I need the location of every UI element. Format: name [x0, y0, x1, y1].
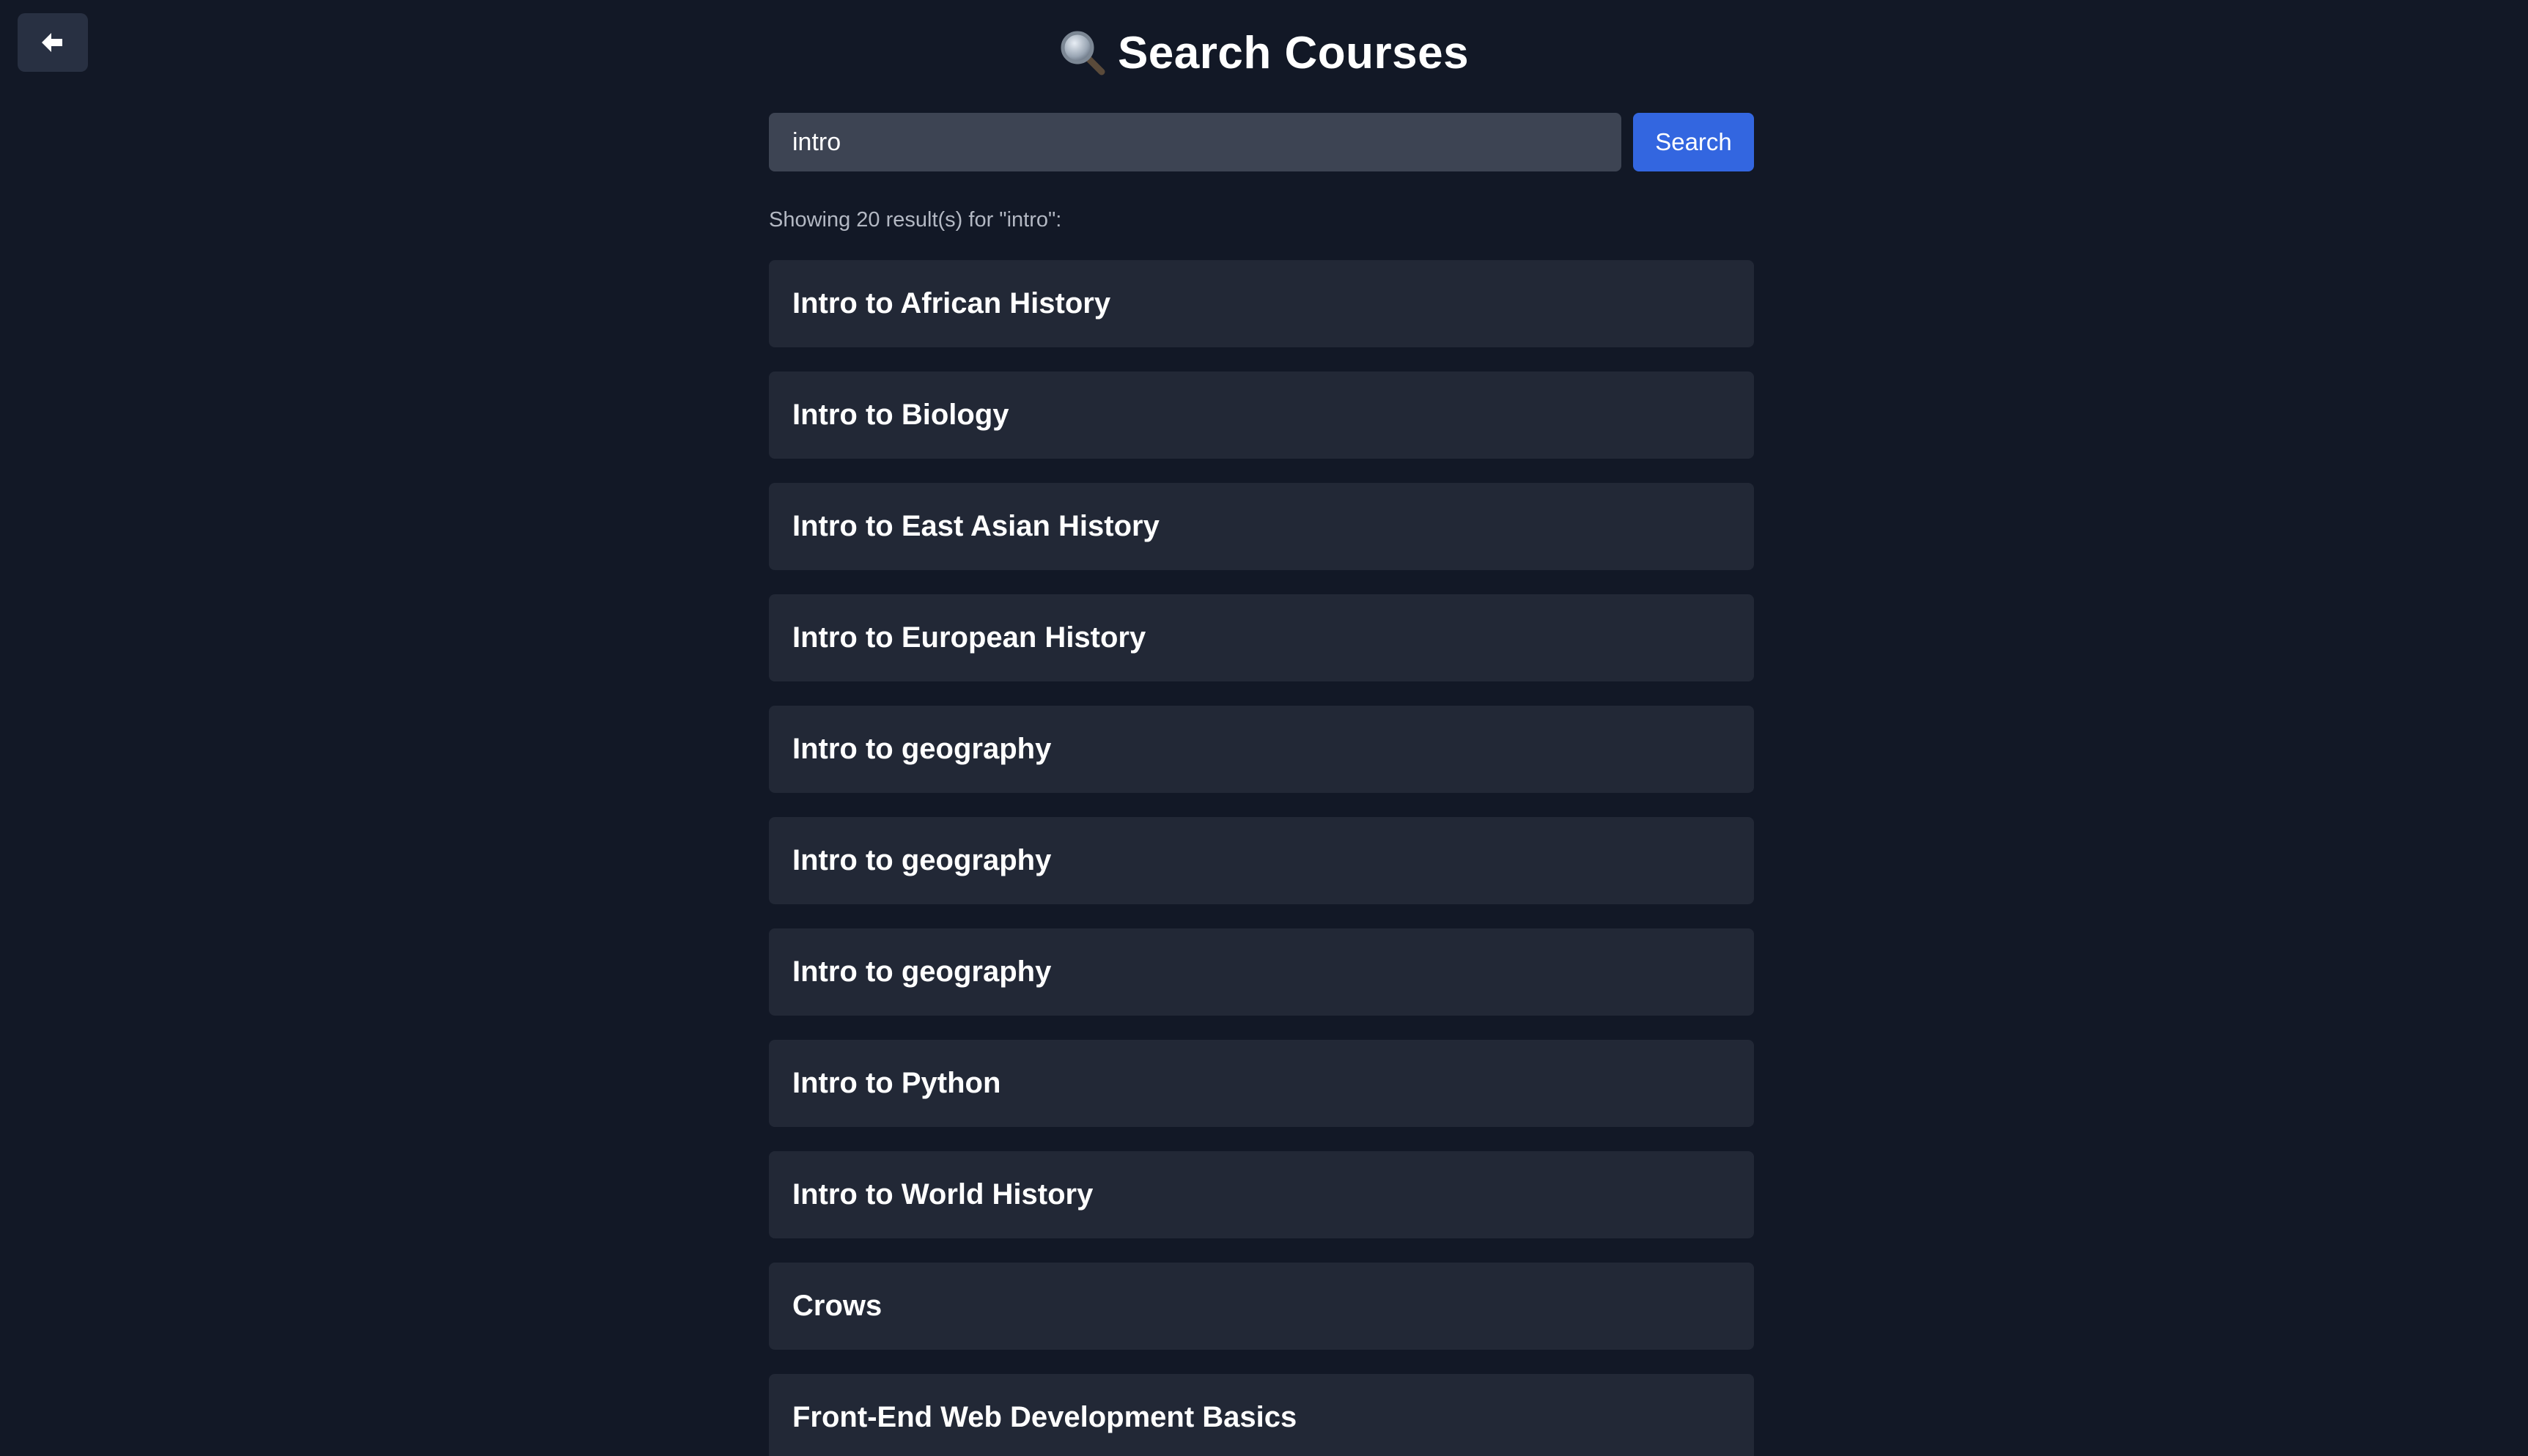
result-title: Intro to African History: [792, 287, 1111, 319]
result-title: Intro to East Asian History: [792, 510, 1160, 542]
result-item[interactable]: Intro to Biology: [769, 372, 1754, 459]
page-title: Search Courses: [1117, 27, 1470, 78]
page-header: Search Courses: [0, 22, 2528, 84]
result-item[interactable]: Crows: [769, 1263, 1754, 1350]
result-title: Intro to geography: [792, 956, 1052, 988]
result-item[interactable]: Intro to Python: [769, 1040, 1754, 1127]
search-input[interactable]: [769, 113, 1621, 171]
result-title: Intro to World History: [792, 1178, 1094, 1211]
result-item[interactable]: Intro to European History: [769, 594, 1754, 681]
result-item[interactable]: Intro to World History: [769, 1151, 1754, 1238]
result-title: Intro to Biology: [792, 399, 1009, 431]
result-title: Intro to geography: [792, 733, 1052, 765]
result-title: Crows: [792, 1290, 882, 1322]
results-list: Intro to African History Intro to Biolog…: [769, 260, 1754, 1456]
search-button[interactable]: Search: [1633, 113, 1754, 171]
result-item[interactable]: Front-End Web Development Basics: [769, 1374, 1754, 1456]
result-item[interactable]: Intro to geography: [769, 706, 1754, 793]
result-item[interactable]: Intro to geography: [769, 928, 1754, 1016]
results-summary: Showing 20 result(s) for "intro":: [769, 208, 1062, 232]
search-courses-page: Search Courses Search Showing 20 result(…: [0, 0, 2528, 1456]
result-title: Intro to European History: [792, 621, 1146, 654]
result-item[interactable]: Intro to African History: [769, 260, 1754, 347]
result-item[interactable]: Intro to East Asian History: [769, 483, 1754, 570]
result-title: Front-End Web Development Basics: [792, 1401, 1297, 1433]
result-title: Intro to geography: [792, 844, 1052, 876]
magnifying-glass-icon: [1061, 31, 1105, 75]
search-bar: Search: [769, 113, 1754, 171]
result-item[interactable]: Intro to geography: [769, 817, 1754, 904]
result-title: Intro to Python: [792, 1067, 1001, 1099]
